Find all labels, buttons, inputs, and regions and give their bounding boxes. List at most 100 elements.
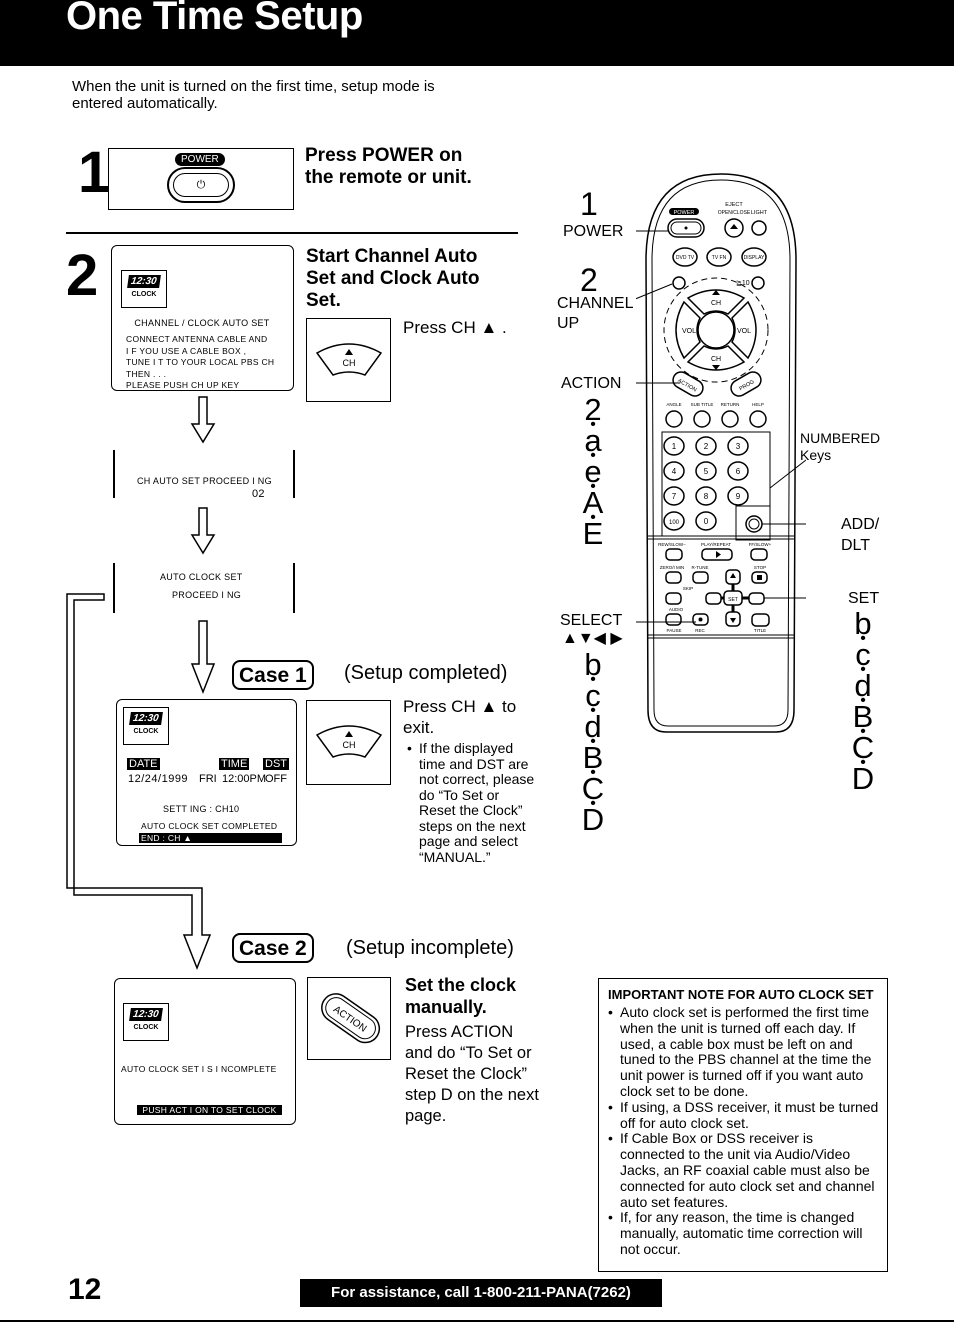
- svg-text:AUDIO: AUDIO: [669, 607, 684, 612]
- callout-channel-up: UP: [557, 315, 580, 332]
- svg-text:ANGLE: ANGLE: [666, 402, 681, 407]
- intro-text: When the unit is turned on the first tim…: [72, 78, 435, 112]
- number-key-label: 4: [672, 467, 677, 476]
- bottom-rule: [0, 1320, 954, 1322]
- svg-text:REW/SLOW−: REW/SLOW−: [658, 542, 686, 547]
- note-title: IMPORTANT NOTE FOR AUTO CLOCK SET: [608, 987, 874, 1002]
- callout-channel-step: 2: [580, 262, 598, 298]
- clock-icon: 12:30: [127, 275, 161, 288]
- case-2-heading-line2: manually.: [405, 997, 487, 1017]
- screen-auto-clock-completed: 12:30 CLOCK DATE TIME DST 12/24/1999 FRI…: [116, 699, 297, 846]
- action-icon: ACTION: [321, 993, 381, 1044]
- svg-text:FF/SLOW+: FF/SLOW+: [749, 542, 772, 547]
- step-1-heading-line1: Press POWER on: [305, 145, 463, 166]
- case-1-subtitle: (Setup completed): [344, 662, 508, 684]
- case-1-note: If the displayed time and DST are not co…: [407, 740, 535, 865]
- note-item: If Cable Box or DSS receiver is connecte…: [608, 1130, 879, 1210]
- svg-text:SUB TITLE: SUB TITLE: [691, 402, 714, 407]
- number-key-label: 0: [704, 517, 709, 526]
- dst-value: OFF: [265, 773, 287, 785]
- svg-text:SKIP: SKIP: [683, 586, 693, 591]
- important-note-box: IMPORTANT NOTE FOR AUTO CLOCK SET Auto c…: [598, 978, 888, 1272]
- step-2-instruction: Press CH ▲ .: [403, 318, 507, 337]
- select-arrows-icon: ▲▼◀ ▶: [562, 630, 623, 647]
- number-key-label: 9: [736, 492, 741, 501]
- clock-badge: 12:30 CLOCK: [123, 707, 169, 745]
- divider: [66, 232, 518, 234]
- screen-instructions: CONNECT ANTENNA CABLE AND I F YOU USE A …: [126, 334, 275, 390]
- svg-text:DISPLAY: DISPLAY: [744, 255, 765, 261]
- power-icon: ⏻: [173, 173, 229, 197]
- case-2-instruction: Press ACTION and do “To Set or Reset the…: [405, 1023, 539, 1125]
- number-key-label: 3: [736, 442, 741, 451]
- down-arrow-icon: [190, 620, 216, 695]
- power-button-illustration: POWER ⏻: [108, 148, 294, 210]
- set-step-references: b • c • d • B • C • D: [851, 606, 875, 796]
- svg-text:RETURN: RETURN: [721, 402, 740, 407]
- svg-text:POWER: POWER: [674, 210, 695, 216]
- callout-power: POWER: [563, 223, 624, 240]
- svg-text:PLAY/REPEAT: PLAY/REPEAT: [701, 542, 731, 547]
- ch-auto-set-proceeding: CH AUTO SET PROCEED I NG: [137, 476, 272, 486]
- number-key-label: 2: [704, 442, 709, 451]
- clock-badge: 12:30 CLOCK: [121, 270, 167, 308]
- svg-text:CH: CH: [343, 740, 356, 750]
- ch-up-icon: CH: [315, 343, 383, 376]
- step-2-heading-line2: Set and Clock Auto: [306, 268, 480, 289]
- number-key-label: 100: [669, 520, 680, 526]
- step-1-number: 1: [78, 140, 111, 205]
- number-key-label: 7: [672, 492, 677, 501]
- number-key-label: 8: [704, 492, 709, 501]
- svg-text:SET: SET: [728, 597, 738, 603]
- date-value: 12/24/1999: [128, 773, 189, 785]
- svg-text:≧10: ≧10: [736, 280, 750, 287]
- callout-channel: CHANNEL: [557, 295, 634, 312]
- number-key-label: 6: [736, 467, 741, 476]
- down-arrow-icon: [190, 507, 216, 555]
- svg-text:VOL: VOL: [737, 328, 751, 335]
- case-2-heading-line1: Set the clock: [405, 975, 517, 995]
- callout-select: SELECT: [560, 612, 623, 629]
- number-key-label: 5: [704, 467, 709, 476]
- step-2-heading-line3: Set.: [306, 290, 341, 311]
- dst-label: DST: [263, 758, 289, 770]
- time-value: 12:00PM: [222, 773, 267, 785]
- svg-text:R-TUNE: R-TUNE: [692, 565, 709, 570]
- page-number: 12: [68, 1273, 102, 1306]
- svg-text:CH: CH: [343, 358, 356, 368]
- note-list: Auto clock set is performed the first ti…: [608, 1004, 879, 1258]
- svg-text:CH: CH: [711, 356, 721, 363]
- svg-text:DVD TV: DVD TV: [676, 255, 695, 261]
- incomplete-status: AUTO CLOCK SET I S I NCOMPLETE: [121, 1064, 277, 1074]
- channel-counter: 02: [252, 488, 265, 500]
- clock-icon: 12:30: [129, 712, 163, 725]
- power-label-pill: POWER: [175, 153, 225, 166]
- svg-text:CH: CH: [711, 300, 721, 307]
- clock-icon: 12:30: [129, 1008, 163, 1021]
- svg-text:TV FN: TV FN: [712, 255, 727, 261]
- svg-text:TITLE: TITLE: [754, 628, 766, 633]
- case-1-badge: Case 1: [232, 660, 314, 690]
- screen-title: CHANNEL / CLOCK AUTO SET: [134, 318, 270, 328]
- svg-text:LIGHT: LIGHT: [751, 210, 768, 216]
- action-step-references: 2 • a • e • A • E: [582, 392, 604, 551]
- power-button: ⏻: [167, 167, 235, 203]
- step-2-number: 2: [66, 243, 99, 308]
- setting-channel: SETT ING : CH10: [163, 804, 240, 814]
- callout-action: ACTION: [561, 375, 622, 392]
- end-bar: END : CH ▲: [139, 833, 282, 843]
- svg-text:OPEN/CLOSE: OPEN/CLOSE: [718, 210, 751, 216]
- action-button-illustration: ACTION: [307, 977, 391, 1060]
- push-action-bar: PUSH ACT I ON TO SET CLOCK: [137, 1105, 282, 1115]
- step-1-heading-line2: the remote or unit.: [305, 167, 472, 188]
- day-value: FRI: [199, 773, 217, 785]
- callout-power-step: 1: [580, 186, 598, 222]
- case-2-subtitle: (Setup incomplete): [346, 937, 514, 959]
- screen-channel-clock-auto-set: 12:30 CLOCK CHANNEL / CLOCK AUTO SET CON…: [111, 245, 294, 391]
- case-1-instruction: Press CH ▲ to exit.: [403, 697, 517, 737]
- ch-up-button-illustration: CH: [306, 700, 391, 785]
- number-key-label: 1: [672, 442, 677, 451]
- note-item: If, for any reason, the time is changed …: [608, 1209, 879, 1257]
- svg-text:EJECT: EJECT: [725, 202, 743, 208]
- completed-status: AUTO CLOCK SET COMPLETED: [141, 821, 278, 831]
